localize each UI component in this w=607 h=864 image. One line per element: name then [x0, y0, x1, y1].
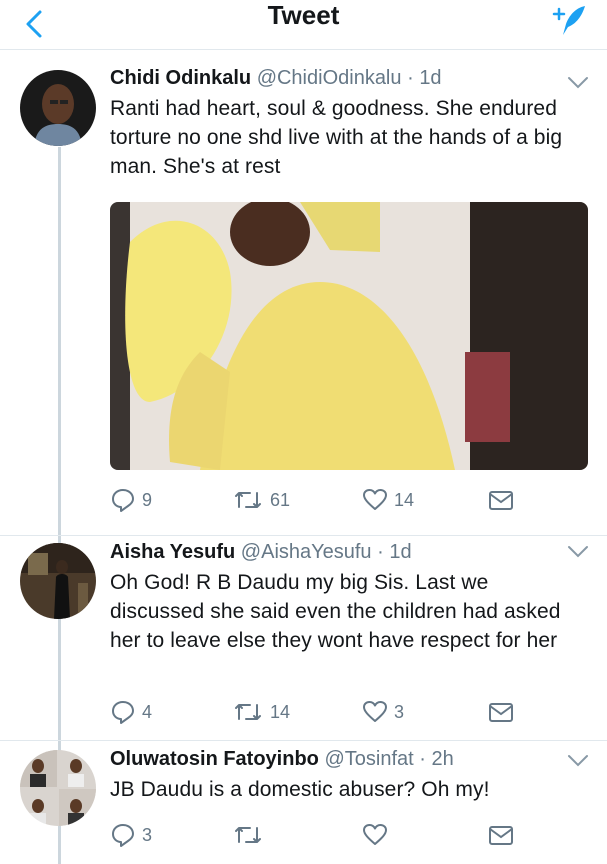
- author-handle[interactable]: @ChidiOdinkalu: [257, 67, 402, 89]
- timestamp[interactable]: 1d: [419, 67, 441, 89]
- tweet-photo[interactable]: [110, 202, 588, 470]
- tweet-text: Oh God! R B Daudu my big Sis. Last we di…: [110, 571, 561, 652]
- like-count: 14: [394, 489, 415, 510]
- reply-icon: [112, 489, 134, 512]
- author-handle[interactable]: @AishaYesufu: [241, 541, 372, 563]
- direct-message-button[interactable]: [488, 487, 514, 513]
- heart-icon: [363, 489, 387, 510]
- author-handle[interactable]: @Tosinfat: [324, 748, 413, 770]
- reply-button[interactable]: 3: [110, 822, 152, 848]
- avatar[interactable]: [20, 750, 96, 826]
- reply-count: 9: [142, 489, 153, 510]
- chevron-down-icon[interactable]: [567, 76, 589, 90]
- retweet-count: 61: [270, 489, 291, 510]
- heart-icon: [363, 701, 387, 722]
- envelope-icon: [489, 826, 513, 845]
- author-name[interactable]: Chidi Odinkalu: [110, 67, 251, 89]
- like-button[interactable]: [362, 822, 394, 848]
- like-count: 3: [394, 701, 405, 722]
- heart-icon: [363, 824, 387, 845]
- tweet-header: Chidi Odinkalu @ChidiOdinkalu · 1d: [110, 66, 587, 90]
- retweet-count: 14: [270, 701, 291, 722]
- author-name[interactable]: Aisha Yesufu: [110, 541, 235, 563]
- reply-icon: [112, 701, 134, 724]
- tweet-1[interactable]: Chidi Odinkalu @ChidiOdinkalu · 1d Ranti…: [0, 50, 607, 535]
- retweet-button[interactable]: 14: [232, 699, 290, 725]
- author-name[interactable]: Oluwatosin Fatoyinbo: [110, 748, 319, 770]
- reply-count: 4: [142, 701, 153, 722]
- tweet-3[interactable]: Oluwatosin Fatoyinbo @Tosinfat · 2h JB D…: [0, 740, 607, 864]
- reply-button[interactable]: 9: [110, 487, 152, 513]
- tweet-text: Ranti had heart, soul & goodness. She en…: [110, 97, 563, 178]
- separator: ·: [407, 67, 414, 89]
- timestamp[interactable]: 2h: [431, 748, 453, 770]
- reply-button[interactable]: 4: [110, 699, 152, 725]
- page-title: Tweet: [267, 0, 340, 30]
- like-button[interactable]: 3: [362, 699, 404, 725]
- avatar[interactable]: [20, 70, 96, 146]
- reply-icon: [112, 824, 134, 847]
- compose-feather-icon: [552, 6, 585, 35]
- separator: ·: [419, 748, 426, 770]
- tweet-header: Aisha Yesufu @AishaYesufu · 1d: [110, 540, 587, 564]
- retweet-button[interactable]: [232, 822, 270, 848]
- tweet-2[interactable]: Aisha Yesufu @AishaYesufu · 1d Oh God! R…: [0, 535, 607, 740]
- tweet-header: Oluwatosin Fatoyinbo @Tosinfat · 2h: [110, 747, 587, 771]
- retweet-button[interactable]: 61: [232, 487, 290, 513]
- chevron-down-icon[interactable]: [567, 545, 589, 559]
- like-button[interactable]: 14: [362, 487, 414, 513]
- avatar[interactable]: [20, 543, 96, 619]
- separator: ·: [377, 541, 384, 563]
- retweet-icon: [235, 492, 261, 508]
- direct-message-button[interactable]: [488, 822, 514, 848]
- compose-button[interactable]: [549, 0, 589, 40]
- envelope-icon: [489, 491, 513, 510]
- tweet-text: JB Daudu is a domestic abuser? Oh my!: [110, 778, 490, 801]
- chevron-down-icon[interactable]: [567, 754, 589, 768]
- reply-count: 3: [142, 824, 153, 845]
- top-bar: Tweet: [0, 0, 607, 50]
- timestamp[interactable]: 1d: [389, 541, 411, 563]
- envelope-icon: [489, 703, 513, 722]
- retweet-icon: [235, 827, 261, 843]
- retweet-icon: [235, 704, 261, 720]
- direct-message-button[interactable]: [488, 699, 514, 725]
